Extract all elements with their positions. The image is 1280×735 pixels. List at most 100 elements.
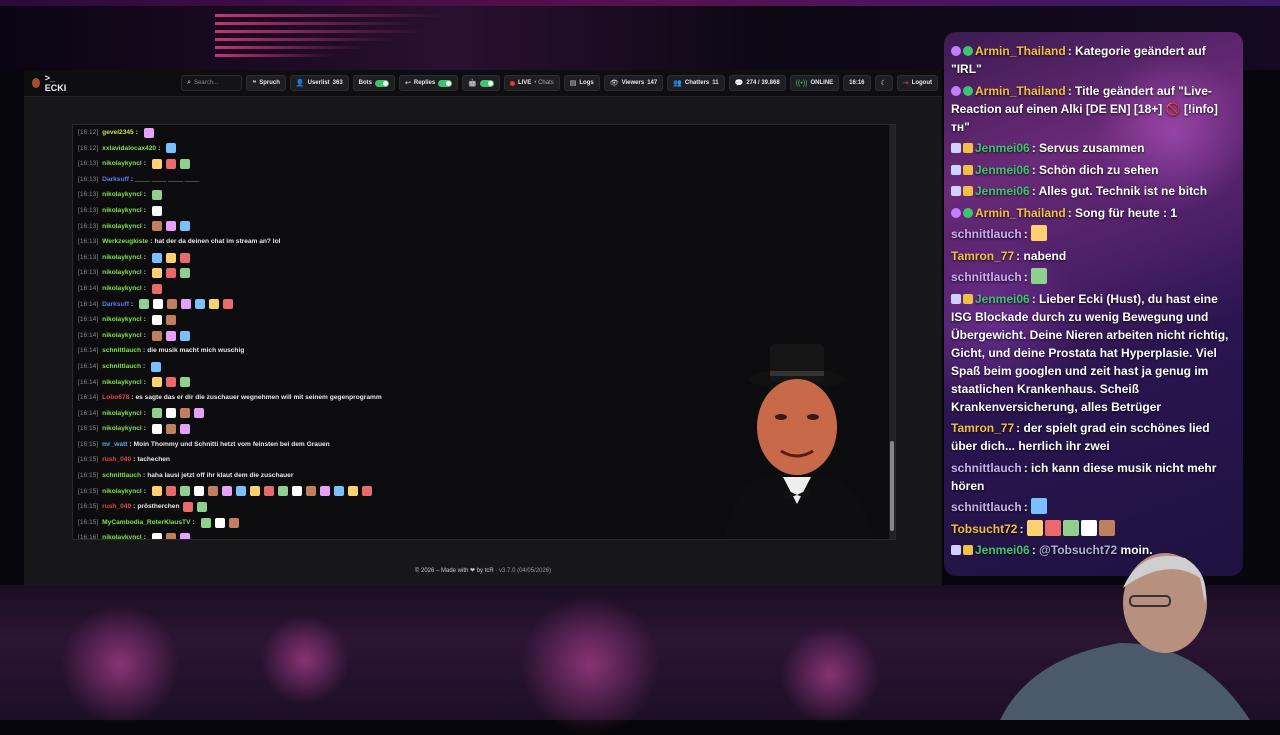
log-username[interactable]: schnittlauch	[102, 343, 141, 359]
emote-icon	[179, 221, 190, 232]
log-username[interactable]: nikolaykyncl	[102, 219, 142, 235]
log-username[interactable]: nikolaykyncl	[102, 421, 142, 437]
search-input[interactable]: ⌕ Search...	[181, 75, 243, 91]
log-username[interactable]: nikolaykyncl	[102, 312, 142, 328]
log-message: hat der da deinen chat im stream an? lol	[154, 238, 281, 246]
emote-icon	[179, 252, 190, 263]
log-row: [16:15] mr_watt: Moin Thommy und Schnitti …	[78, 437, 678, 453]
overlay-text: nabend	[1023, 248, 1067, 263]
scrollbar-thumb[interactable]	[890, 441, 894, 531]
log-username[interactable]: nikolaykyncl	[102, 530, 142, 539]
bot-toggle[interactable]: 🤖	[462, 75, 500, 91]
log-username[interactable]: schnittlauch	[102, 468, 141, 484]
log-username[interactable]: nikolaykyncl	[102, 203, 142, 219]
log-timestamp: [16:14]	[78, 378, 99, 386]
flag-badge-icon	[951, 164, 961, 175]
user-icon: 👤	[295, 80, 305, 87]
log-message: ____ ____ ____ ____	[135, 175, 200, 183]
log-username[interactable]: nikolaykyncl	[102, 250, 142, 266]
log-username[interactable]: nikolaykyncl	[102, 484, 142, 500]
bots-toggle[interactable]: Bots	[352, 75, 396, 91]
emote-icon	[221, 486, 232, 497]
overlay-colon: :	[1031, 162, 1040, 177]
bokeh-light	[520, 595, 660, 735]
log-username[interactable]: Lobo678	[102, 390, 129, 406]
log-colon: :	[133, 503, 136, 511]
log-colon: :	[133, 456, 136, 464]
emote-icon	[249, 486, 260, 497]
live-chats-button[interactable]: LIVE • Chats	[503, 75, 560, 91]
log-username[interactable]: schnittlauch	[102, 359, 141, 375]
footer-credit: © 2026 – Made with ❤ by tcR	[414, 568, 494, 574]
emote-icon	[151, 533, 162, 539]
log-username[interactable]: nikolaykyncl	[102, 187, 142, 203]
log-timestamp: [16:15]	[78, 472, 99, 480]
log-username[interactable]: nikolaykyncl	[102, 328, 142, 344]
log-username[interactable]: Werkzeugkiste	[102, 234, 148, 250]
check-badge-icon	[963, 207, 973, 218]
scrollbar[interactable]	[889, 125, 895, 539]
viewers-label: Viewers	[621, 80, 645, 86]
log-username[interactable]: mr_watt	[102, 437, 127, 453]
brand[interactable]: >_ ECKI	[32, 73, 71, 93]
log-username[interactable]: gevel2345	[102, 125, 134, 141]
emote-icon	[179, 424, 190, 435]
userlist-button[interactable]: 👤 Userlist 363	[289, 75, 349, 91]
overlay-message: schnittlauch:	[951, 498, 1236, 516]
log-row: [16:13] nikolaykyncl:	[78, 250, 678, 266]
crown-badge-icon	[963, 143, 973, 153]
log-username[interactable]: MyCambodia_RoterKlausTV	[102, 515, 190, 531]
log-username[interactable]: nikolaykyncl	[102, 265, 142, 281]
log-username[interactable]: nikolaykyncl	[102, 375, 142, 391]
log-message: die musik macht mich wuschig	[147, 347, 245, 355]
log-timestamp: [16:15]	[78, 425, 99, 433]
messages-count: 274 / 39.868	[746, 80, 780, 86]
log-row: [16:13] nikolaykyncl:	[78, 203, 678, 219]
overlay-text: Servus zusammen	[1039, 141, 1145, 155]
toggle-switch[interactable]	[438, 79, 453, 87]
users-icon: 👥	[673, 80, 682, 87]
log-row: [16:13] nikolaykyncl:	[78, 219, 678, 235]
overlay-text: Lieber Ecki (Hust), du hast eine ISG Blo…	[951, 291, 1229, 414]
overlay-message: Tobsucht72:	[951, 519, 1236, 538]
theme-toggle[interactable]: ☾	[874, 75, 893, 91]
log-timestamp: [16:15]	[78, 503, 99, 511]
overlay-colon: :	[1023, 270, 1032, 284]
chat-log-panel[interactable]: [16:12] gevel2345: [16:12] xxlavidalocax420…	[72, 124, 896, 540]
overlay-message: schnittlauch: ich kann diese musik nicht…	[951, 459, 1236, 495]
logs-button[interactable]: ▤ Logs	[563, 75, 600, 91]
log-username[interactable]: xxlavidalocax420	[102, 141, 156, 157]
log-username[interactable]: nikolaykyncl	[102, 156, 142, 172]
log-colon: :	[143, 206, 146, 214]
log-username[interactable]: rush_040	[102, 499, 131, 515]
emote-icon	[193, 408, 204, 419]
replies-toggle[interactable]: ↩ Replies	[399, 75, 459, 91]
background-bar	[0, 0, 1280, 6]
emote-icon	[151, 268, 162, 279]
overlay-username: Armin_Thailand	[975, 205, 1066, 220]
emote-icon	[195, 299, 206, 310]
log-username[interactable]: Darksuff	[102, 297, 129, 313]
log-username[interactable]: nikolaykyncl	[102, 406, 142, 422]
log-username[interactable]: rush_040	[102, 452, 131, 468]
log-username[interactable]: nikolaykyncl	[102, 281, 142, 297]
logout-button[interactable]: ⇥ Logout	[896, 75, 938, 91]
overlay-message: Jenmei06: Lieber Ecki (Hust), du hast ei…	[951, 290, 1236, 416]
toggle-switch[interactable]	[375, 79, 390, 87]
overlay-message: Jenmei06: Schön dich zu sehen	[951, 161, 1236, 179]
emote-icon	[165, 533, 176, 539]
log-message: Moin Thommy und Schnitti hetzt vom feins…	[133, 440, 330, 448]
bots-label: Bots	[358, 80, 373, 86]
emote-icon	[153, 299, 164, 310]
overlay-username: schnittlauch	[951, 500, 1022, 514]
emote-icon	[151, 252, 162, 263]
spruch-button[interactable]: ❝ Spruch	[246, 75, 286, 91]
log-colon: :	[143, 253, 146, 261]
log-colon: :	[143, 487, 146, 495]
log-colon: :	[143, 534, 146, 540]
mic-badge-icon	[951, 85, 961, 96]
overlay-colon: :	[1067, 205, 1076, 220]
log-username[interactable]: Darksuff	[102, 172, 129, 188]
toggle-switch[interactable]	[479, 79, 494, 87]
brand-title: >_ ECKI	[44, 73, 67, 93]
